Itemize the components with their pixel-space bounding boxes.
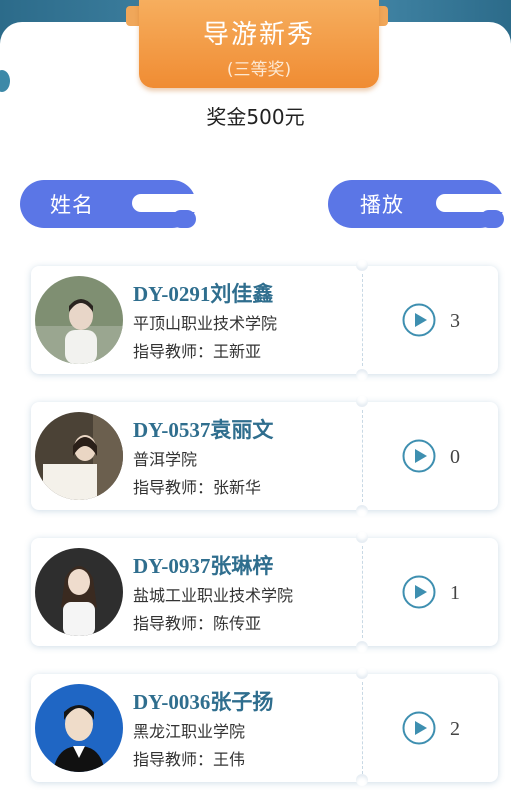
play-circle-icon[interactable] xyxy=(402,575,436,609)
contestant-name: DY-0036张子扬 xyxy=(133,690,274,714)
ticket-notch xyxy=(356,259,368,271)
play-circle-icon[interactable] xyxy=(402,439,436,473)
list-item[interactable]: DY-0937张琳梓 盐城工业职业技术学院 指导教师：陈传亚 1 xyxy=(31,531,498,653)
contestant-name: DY-0291刘佳鑫 xyxy=(133,282,274,306)
play-header-label: 播放 xyxy=(360,193,404,217)
avatar xyxy=(35,684,123,772)
play-count: 2 xyxy=(450,718,460,740)
contestant-teacher: 指导教师：陈传亚 xyxy=(133,614,262,633)
contestant-school: 盐城工业职业技术学院 xyxy=(133,586,294,605)
ticket-divider xyxy=(362,274,363,366)
avatar xyxy=(35,548,123,636)
contestant-school: 黑龙江职业学院 xyxy=(133,722,246,741)
ticket-notch xyxy=(356,667,368,679)
ticket-notch xyxy=(356,395,368,407)
list-item[interactable]: DY-0537袁丽文 普洱学院 指导教师：张新华 0 xyxy=(31,395,498,517)
ticket-divider xyxy=(362,546,363,638)
header-decoration xyxy=(480,210,504,228)
play-circle-icon[interactable] xyxy=(402,711,436,745)
ticket-notch xyxy=(356,531,368,543)
list-item[interactable]: DY-0291刘佳鑫 平顶山职业技术学院 指导教师：王新亚 3 xyxy=(31,259,498,381)
contestant-teacher: 指导教师：王新亚 xyxy=(133,342,262,361)
play-column-header: 播放 xyxy=(328,180,511,228)
ticket-divider xyxy=(362,682,363,774)
play-count: 3 xyxy=(450,310,460,332)
ticket-notch xyxy=(356,369,368,381)
name-column-header: 姓名 xyxy=(20,180,212,228)
play-count: 1 xyxy=(450,582,460,604)
contestant-name: DY-0937张琳梓 xyxy=(133,554,274,578)
award-subtitle: (三等奖) xyxy=(226,60,292,80)
ticket-divider xyxy=(362,410,363,502)
play-count: 0 xyxy=(450,446,460,468)
contestant-teacher: 指导教师：王伟 xyxy=(133,750,246,769)
ticket-notch xyxy=(356,641,368,653)
header-decoration xyxy=(436,194,511,212)
ticket-notch xyxy=(356,505,368,517)
award-title: 导游新秀 xyxy=(202,20,315,50)
contestant-teacher: 指导教师：张新华 xyxy=(133,478,262,497)
ticket-notch xyxy=(356,774,368,786)
header-decoration xyxy=(172,210,196,228)
award-banner: 导游新秀 (三等奖) xyxy=(139,0,379,88)
header-decoration xyxy=(132,194,212,212)
list-item[interactable]: DY-0036张子扬 黑龙江职业学院 指导教师：王伟 2 xyxy=(31,667,498,786)
avatar xyxy=(35,276,123,364)
contestant-school: 平顶山职业技术学院 xyxy=(133,314,278,333)
avatar xyxy=(35,412,123,500)
play-circle-icon[interactable] xyxy=(402,303,436,337)
contestant-school: 普洱学院 xyxy=(133,450,198,469)
contestant-name: DY-0537袁丽文 xyxy=(133,418,274,442)
name-header-label: 姓名 xyxy=(50,193,94,217)
prize-amount: 奖金500元 xyxy=(206,105,305,129)
